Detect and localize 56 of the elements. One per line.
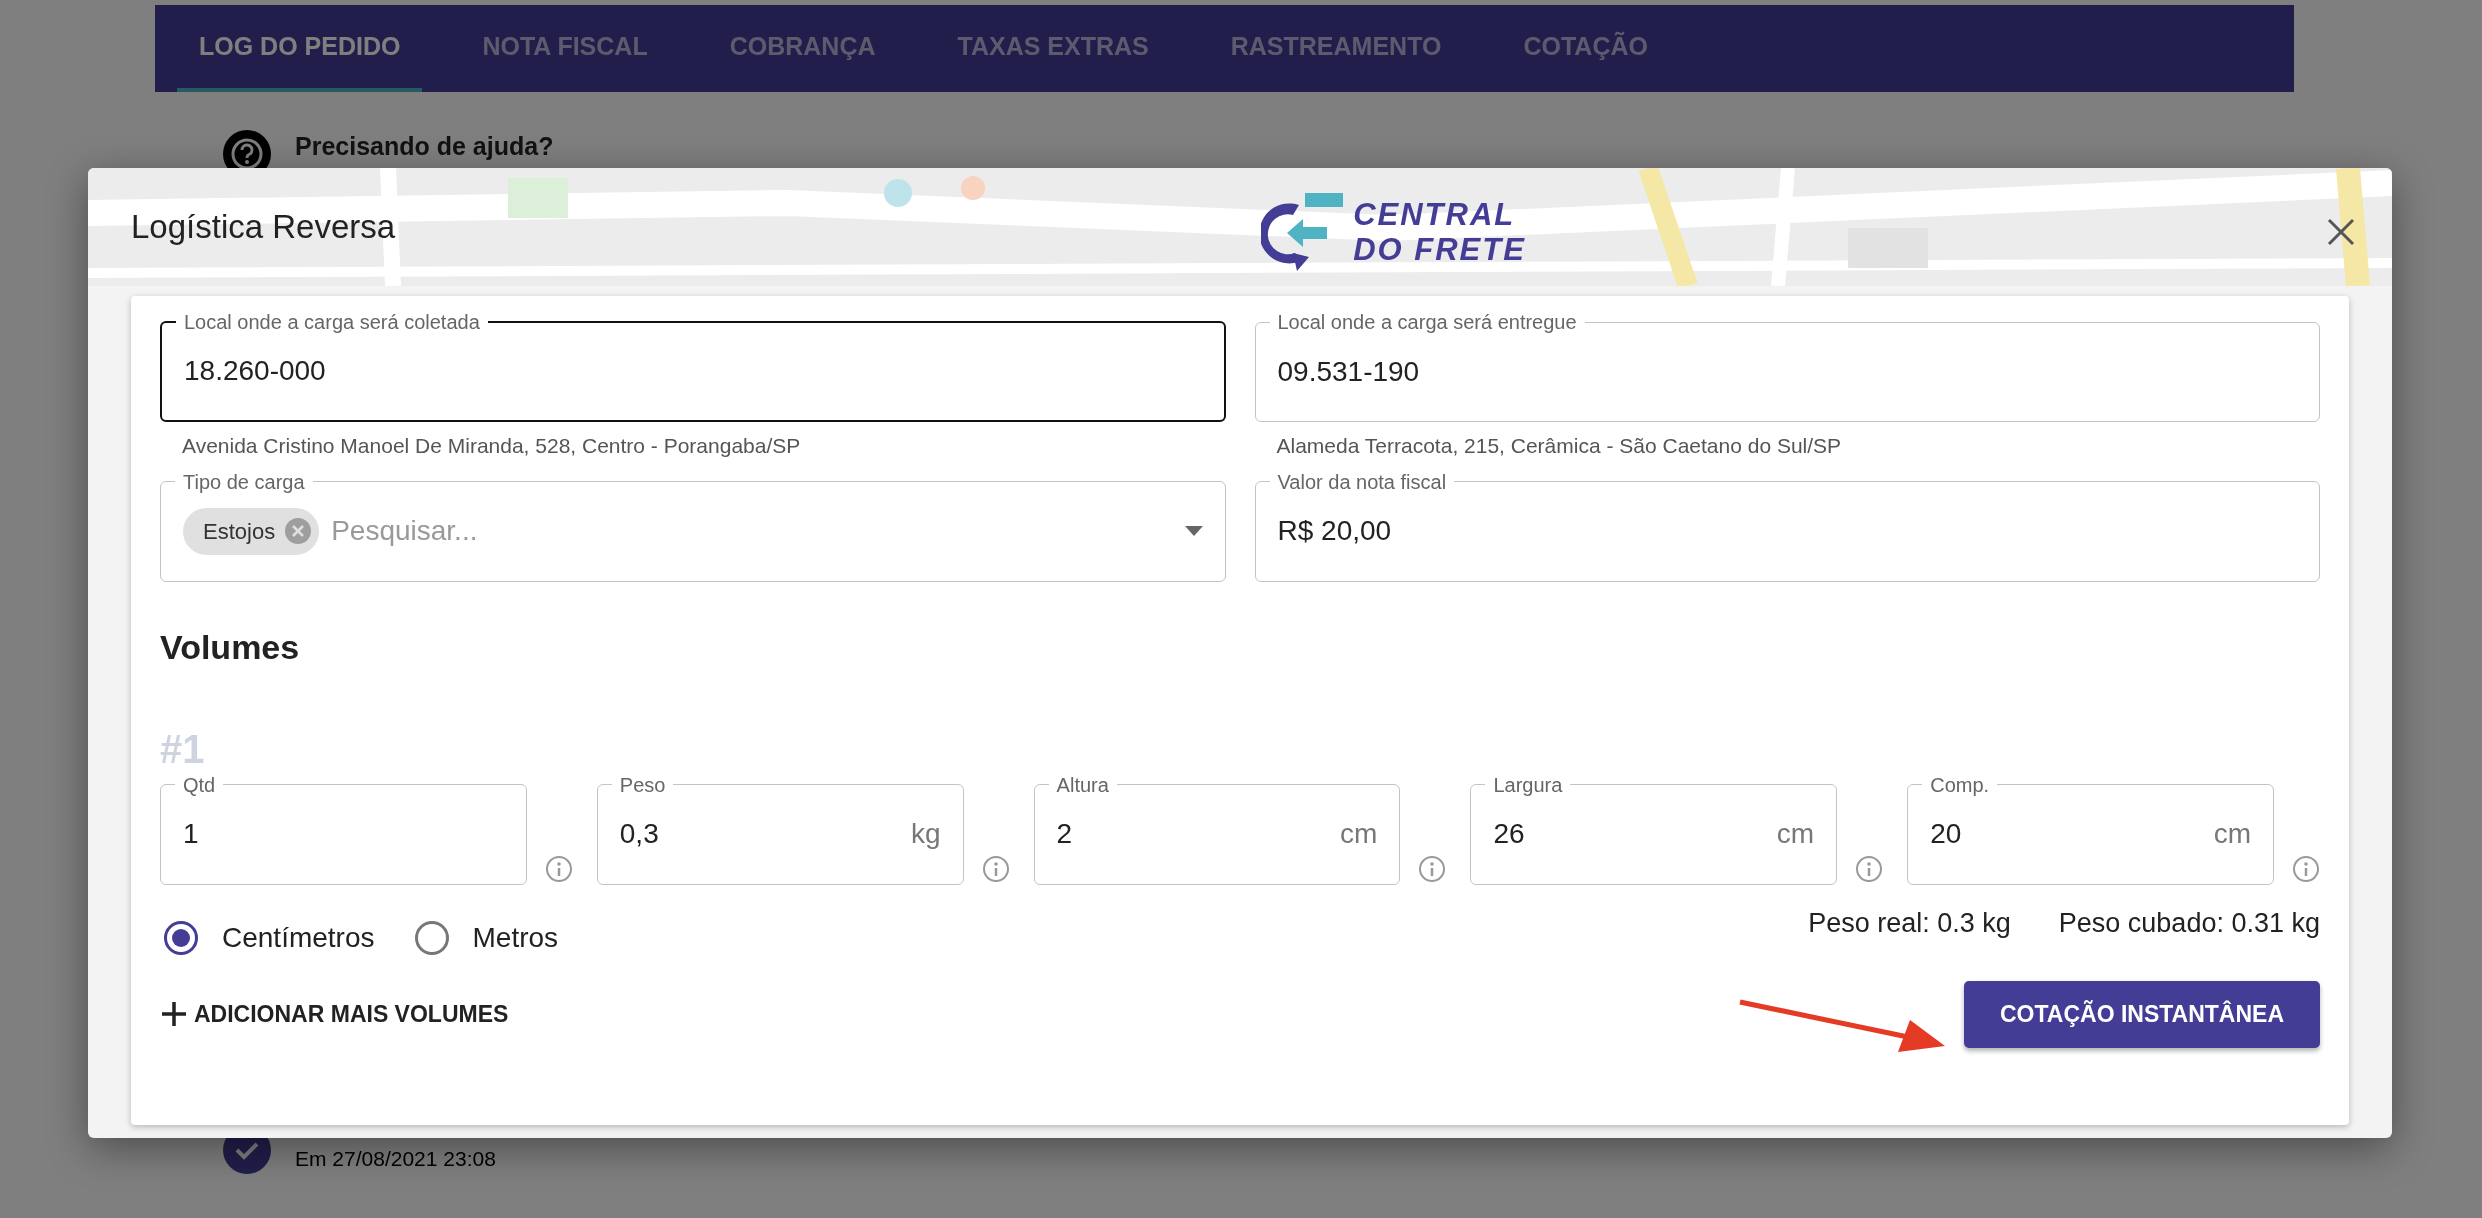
field-label: Qtd [182, 774, 217, 795]
info-icon [1418, 854, 1447, 883]
tag-chip[interactable]: Estojos [183, 507, 320, 555]
radio-label: Centímetros [222, 920, 375, 955]
input-field[interactable]: Local onde a carga será coletada 18.260-000 [160, 312, 1226, 422]
add-button[interactable]: ADICIONAR MAIS VOLUMES [160, 996, 509, 1032]
info-icon [1855, 854, 1884, 883]
unit-label: cm [1776, 817, 1815, 851]
field-value: 26 [1493, 817, 1525, 851]
section-title: Volumes [160, 626, 301, 668]
dialog-title: Logística Reversa [131, 207, 396, 248]
field-value: 0,3 [619, 817, 659, 851]
select-field[interactable]: Tipo de carga Estojos Pesquisar... [160, 471, 1226, 582]
field-label: Local onde a carga será coletada [183, 312, 481, 332]
field-value: 20 [1930, 817, 1962, 851]
radio-label: Metros [472, 920, 559, 955]
info-icon [981, 854, 1010, 883]
dropdown-caret-icon [1184, 526, 1203, 536]
field-label: Comp. [1929, 774, 1991, 795]
input-field[interactable]: Altura 2 cm [1033, 774, 1401, 885]
logo-icon [1261, 191, 1346, 273]
submit-button[interactable]: COTAÇÃO INSTANTÂNEA [1964, 980, 2320, 1048]
logo-text: CENTRAL [1353, 199, 1517, 230]
plus-icon [160, 1000, 188, 1028]
input-field[interactable]: Valor da nota fiscal R$ 20,00 [1254, 471, 2320, 582]
helper-text: Alameda Terracota, 215, Cerâmica - São Caetano do Sul/SP [1276, 433, 1843, 459]
field-label: Local onde a carga será entregue [1276, 312, 1578, 332]
logo-text: DO FRETE [1353, 234, 1526, 265]
field-label: Peso [618, 774, 667, 795]
unit-label: kg [911, 817, 941, 851]
placeholder-text: Pesquisar... [331, 514, 478, 548]
field-value: 1 [183, 817, 199, 851]
radio-button[interactable] [164, 920, 198, 955]
tab[interactable]: LOG DO PEDIDO [177, 5, 423, 92]
field-label: Tipo de carga [182, 471, 306, 492]
helper-text: Avenida Cristino Manoel De Miranda, 528, Centro - Porangaba/SP [182, 433, 802, 459]
radio-button[interactable] [414, 920, 449, 955]
field-value: R$ 20,00 [1277, 514, 1392, 548]
input-field[interactable]: Qtd 1 [160, 774, 527, 885]
field-value: 2 [1056, 817, 1073, 851]
field-label: Valor da nota fiscal [1276, 471, 1448, 492]
unit-label: cm [2213, 817, 2251, 851]
remove-icon [285, 518, 312, 544]
close-icon [2326, 217, 2356, 247]
field-value: 18.260-000 [184, 354, 326, 388]
field-label: Altura [1055, 774, 1110, 795]
weight-total: Peso real: 0.3 kg [1808, 906, 2011, 940]
field-label: Largura [1492, 774, 1564, 795]
unit-label: cm [1340, 817, 1378, 851]
field-value: 09.531-190 [1277, 354, 1420, 389]
input-field[interactable]: Local onde a carga será entregue 09.531-190 [1254, 312, 2320, 422]
info-icon [2292, 854, 2320, 883]
info-icon [544, 854, 573, 883]
weight-total: Peso cubado: 0.31 kg [2058, 906, 2320, 940]
help-title: Precisando de ajuda? [295, 134, 554, 159]
timeline-date: Em 27/08/2021 23:08 [295, 1148, 496, 1169]
